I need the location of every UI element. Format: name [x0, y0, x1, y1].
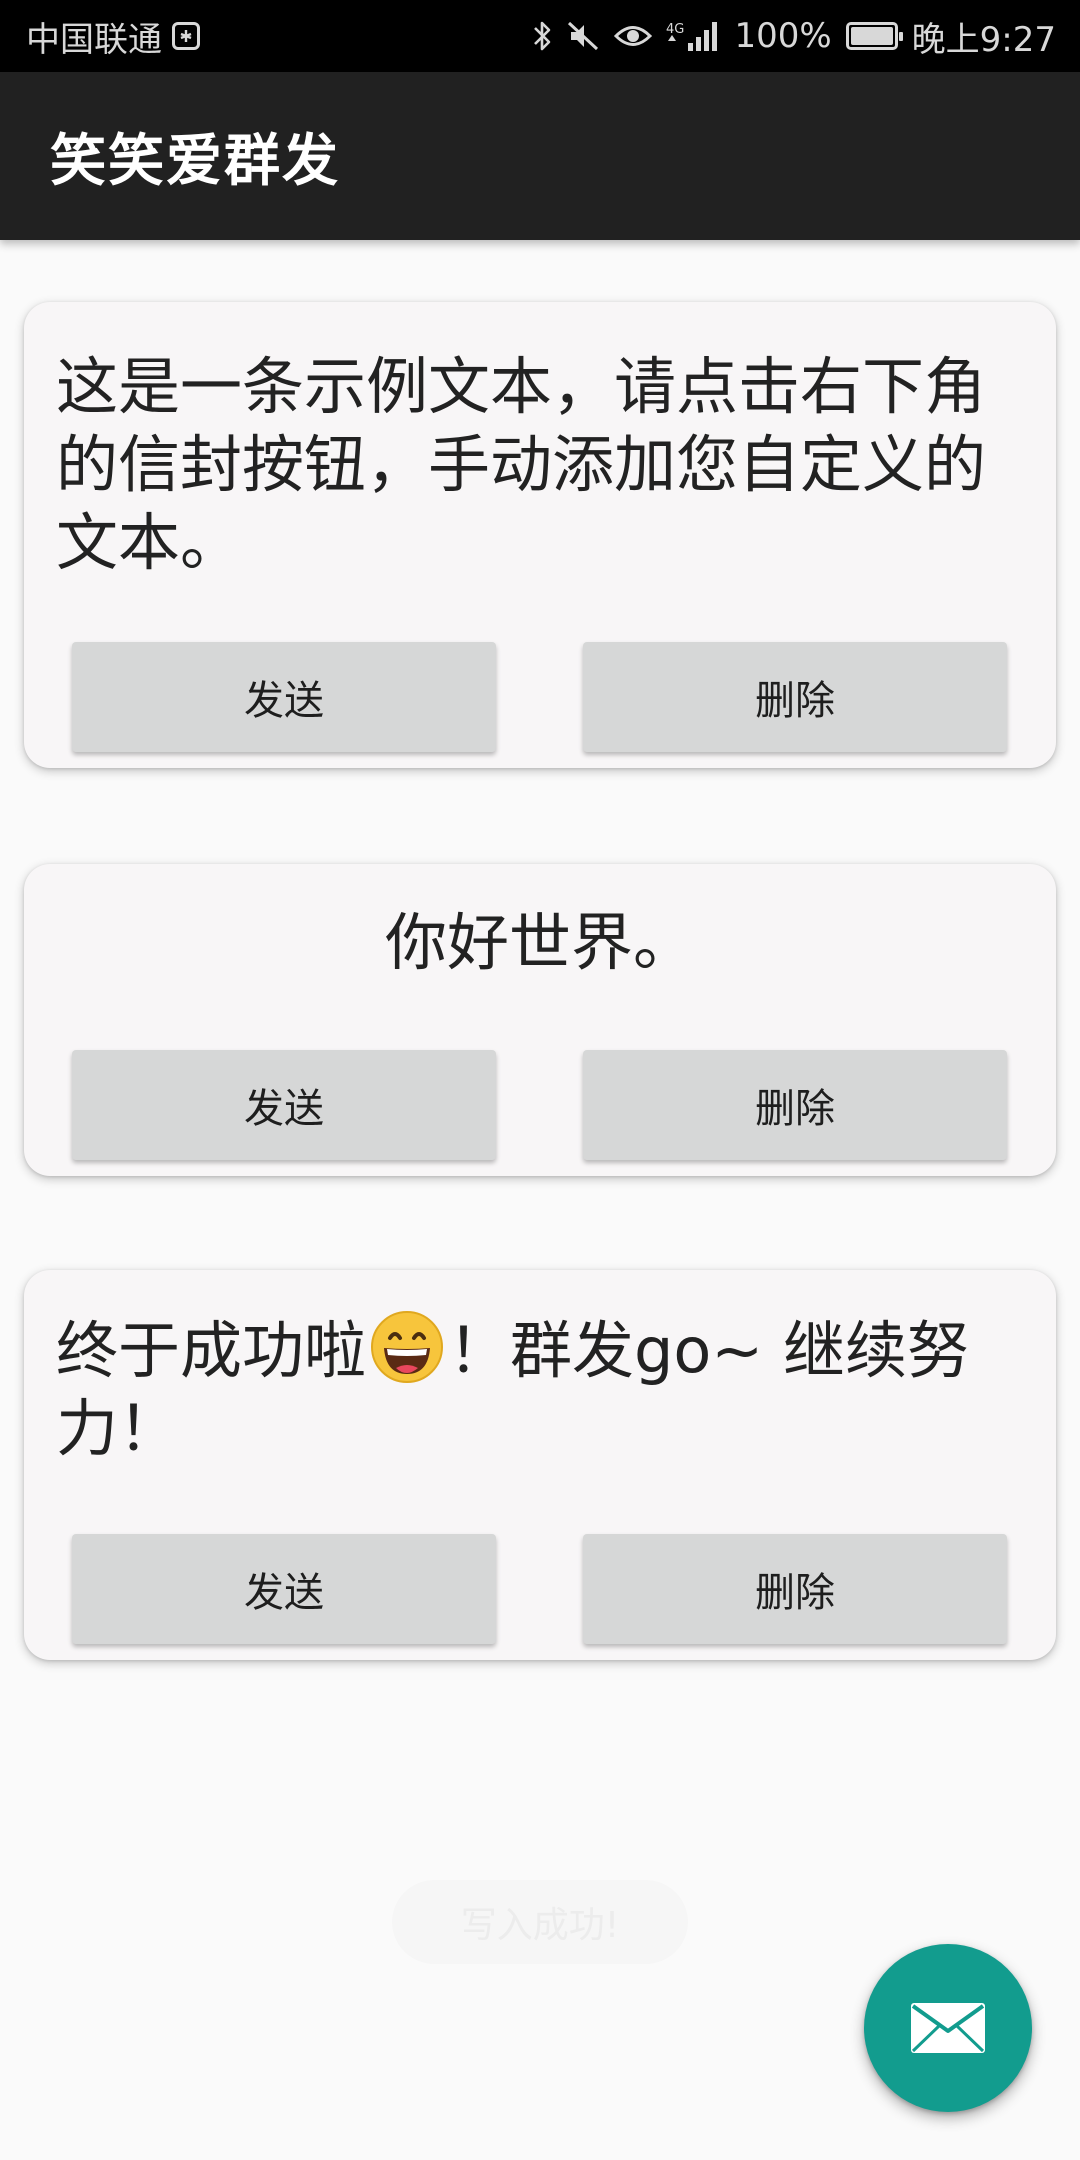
status-time: 晚上9:27: [911, 19, 1056, 60]
carrier-name: 中国联通: [26, 19, 162, 60]
delete-button[interactable]: 删除: [583, 1534, 1007, 1644]
signal-icon: 4G: [666, 19, 720, 53]
mute-icon: [566, 19, 600, 53]
send-button[interactable]: 发送: [72, 642, 496, 752]
message-text-part: 终于成功啦: [56, 1314, 367, 1387]
battery-icon: [845, 22, 903, 50]
bluetooth-icon: [532, 19, 552, 53]
add-message-fab[interactable]: [864, 1944, 1032, 2112]
message-text: 这是一条示例文本，请点击右下角的信封按钮，手动添加您自定义的文本。: [56, 350, 987, 579]
delete-button[interactable]: 删除: [583, 642, 1007, 752]
grinning-face-emoji-icon: [370, 1310, 444, 1384]
app-bar: 笑笑爱群发: [0, 72, 1080, 240]
battery-level: [850, 27, 893, 45]
network-type: 4G: [666, 22, 684, 37]
status-left: 中国联通: [26, 12, 200, 61]
eye-comfort-icon: [614, 21, 653, 51]
delete-button[interactable]: 删除: [583, 1050, 1007, 1160]
envelope-icon: [909, 2001, 987, 2055]
message-text: 终于成功啦 ！群发go~ 继续努力！: [56, 1310, 1024, 1468]
message-card: 这是一条示例文本，请点击右下角的信封按钮，手动添加您自定义的文本。 发送 删除: [24, 302, 1056, 768]
send-button[interactable]: 发送: [72, 1534, 496, 1644]
status-right: 4G 100% 晚上9:27: [532, 12, 1056, 61]
screen: 中国联通 4G 100% 晚上9:27 笑笑爱群发 这是一条示例文本，请点击右下…: [0, 0, 1080, 2160]
toast-message: 写入成功!: [460, 1905, 620, 1946]
app-title: 笑笑爱群发: [50, 128, 340, 194]
battery-percent: 100%: [734, 16, 832, 56]
message-text: 你好世界。: [384, 906, 695, 979]
message-card: 你好世界。 发送 删除: [24, 864, 1056, 1176]
carrier-badge-icon: [172, 22, 200, 50]
message-card: 终于成功啦 ！群发go~ 继续努力！ 发送 删除: [24, 1270, 1056, 1660]
send-button[interactable]: 发送: [72, 1050, 496, 1160]
status-bar: 中国联通 4G 100% 晚上9:27: [0, 0, 1080, 72]
